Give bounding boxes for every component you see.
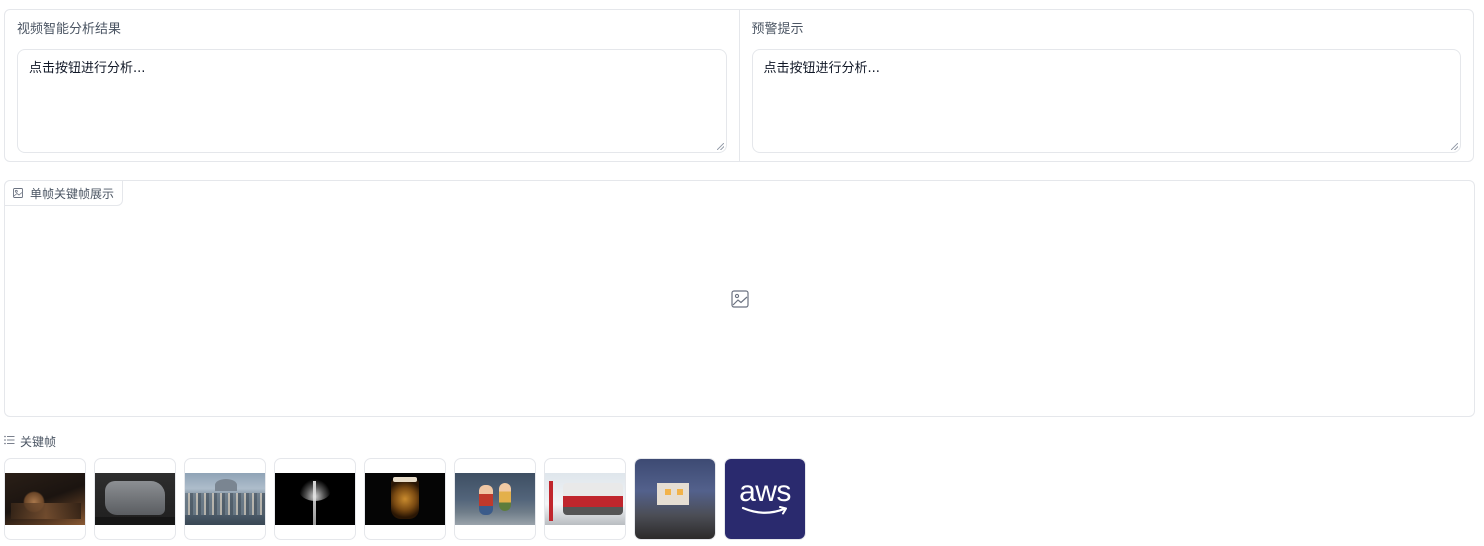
aws-logo: aws	[725, 459, 805, 539]
analysis-panel: 视频智能分析结果 点击按钮进行分析... 预警提示 点击按钮进行分析...	[4, 9, 1474, 162]
keyframe-image	[455, 473, 535, 525]
keyframe-image	[365, 473, 445, 525]
keyframe-image	[275, 473, 355, 525]
keyframe-thumbnail[interactable]	[184, 458, 266, 540]
analysis-result-textarea[interactable]: 点击按钮进行分析...	[17, 49, 727, 153]
keyframes-header: 关键帧	[4, 433, 56, 449]
resize-grip-icon[interactable]	[716, 143, 724, 150]
keyframe-thumbnail[interactable]	[544, 458, 626, 540]
keyframe-image	[185, 473, 265, 525]
resize-grip-icon[interactable]	[1451, 143, 1458, 150]
warning-section: 预警提示 点击按钮进行分析...	[738, 10, 1474, 161]
image-placeholder-icon	[730, 289, 749, 308]
warning-text: 点击按钮进行分析...	[763, 61, 880, 76]
keyframe-image	[5, 473, 85, 525]
warning-textarea[interactable]: 点击按钮进行分析...	[751, 49, 1461, 153]
single-frame-title-text: 单帧关键帧展示	[30, 186, 115, 201]
analysis-result-section: 视频智能分析结果 点击按钮进行分析...	[5, 10, 739, 161]
keyframe-thumbnail[interactable]: aws	[724, 458, 806, 540]
keyframe-thumbnail[interactable]	[364, 458, 446, 540]
keyframe-image	[635, 459, 715, 539]
list-icon	[4, 434, 15, 448]
image-icon	[13, 188, 23, 198]
single-frame-title: 单帧关键帧展示	[4, 180, 124, 206]
keyframe-thumbnail[interactable]	[634, 458, 716, 540]
keyframes-title: 关键帧	[20, 434, 57, 449]
aws-logo-text: aws	[739, 475, 791, 508]
keyframe-image	[545, 473, 625, 525]
analysis-result-label: 视频智能分析结果	[17, 22, 122, 37]
analysis-result-text: 点击按钮进行分析...	[29, 61, 146, 76]
keyframe-thumbnail[interactable]	[94, 458, 176, 540]
warning-label: 预警提示	[751, 22, 804, 37]
keyframe-image	[95, 473, 175, 525]
keyframe-thumbnail[interactable]	[274, 458, 356, 540]
aws-smile-icon	[741, 506, 787, 515]
keyframe-thumbnail[interactable]	[454, 458, 536, 540]
keyframe-thumbnail[interactable]	[4, 458, 86, 540]
single-frame-panel: 单帧关键帧展示	[4, 180, 1475, 417]
keyframes-list: aws	[4, 458, 806, 540]
